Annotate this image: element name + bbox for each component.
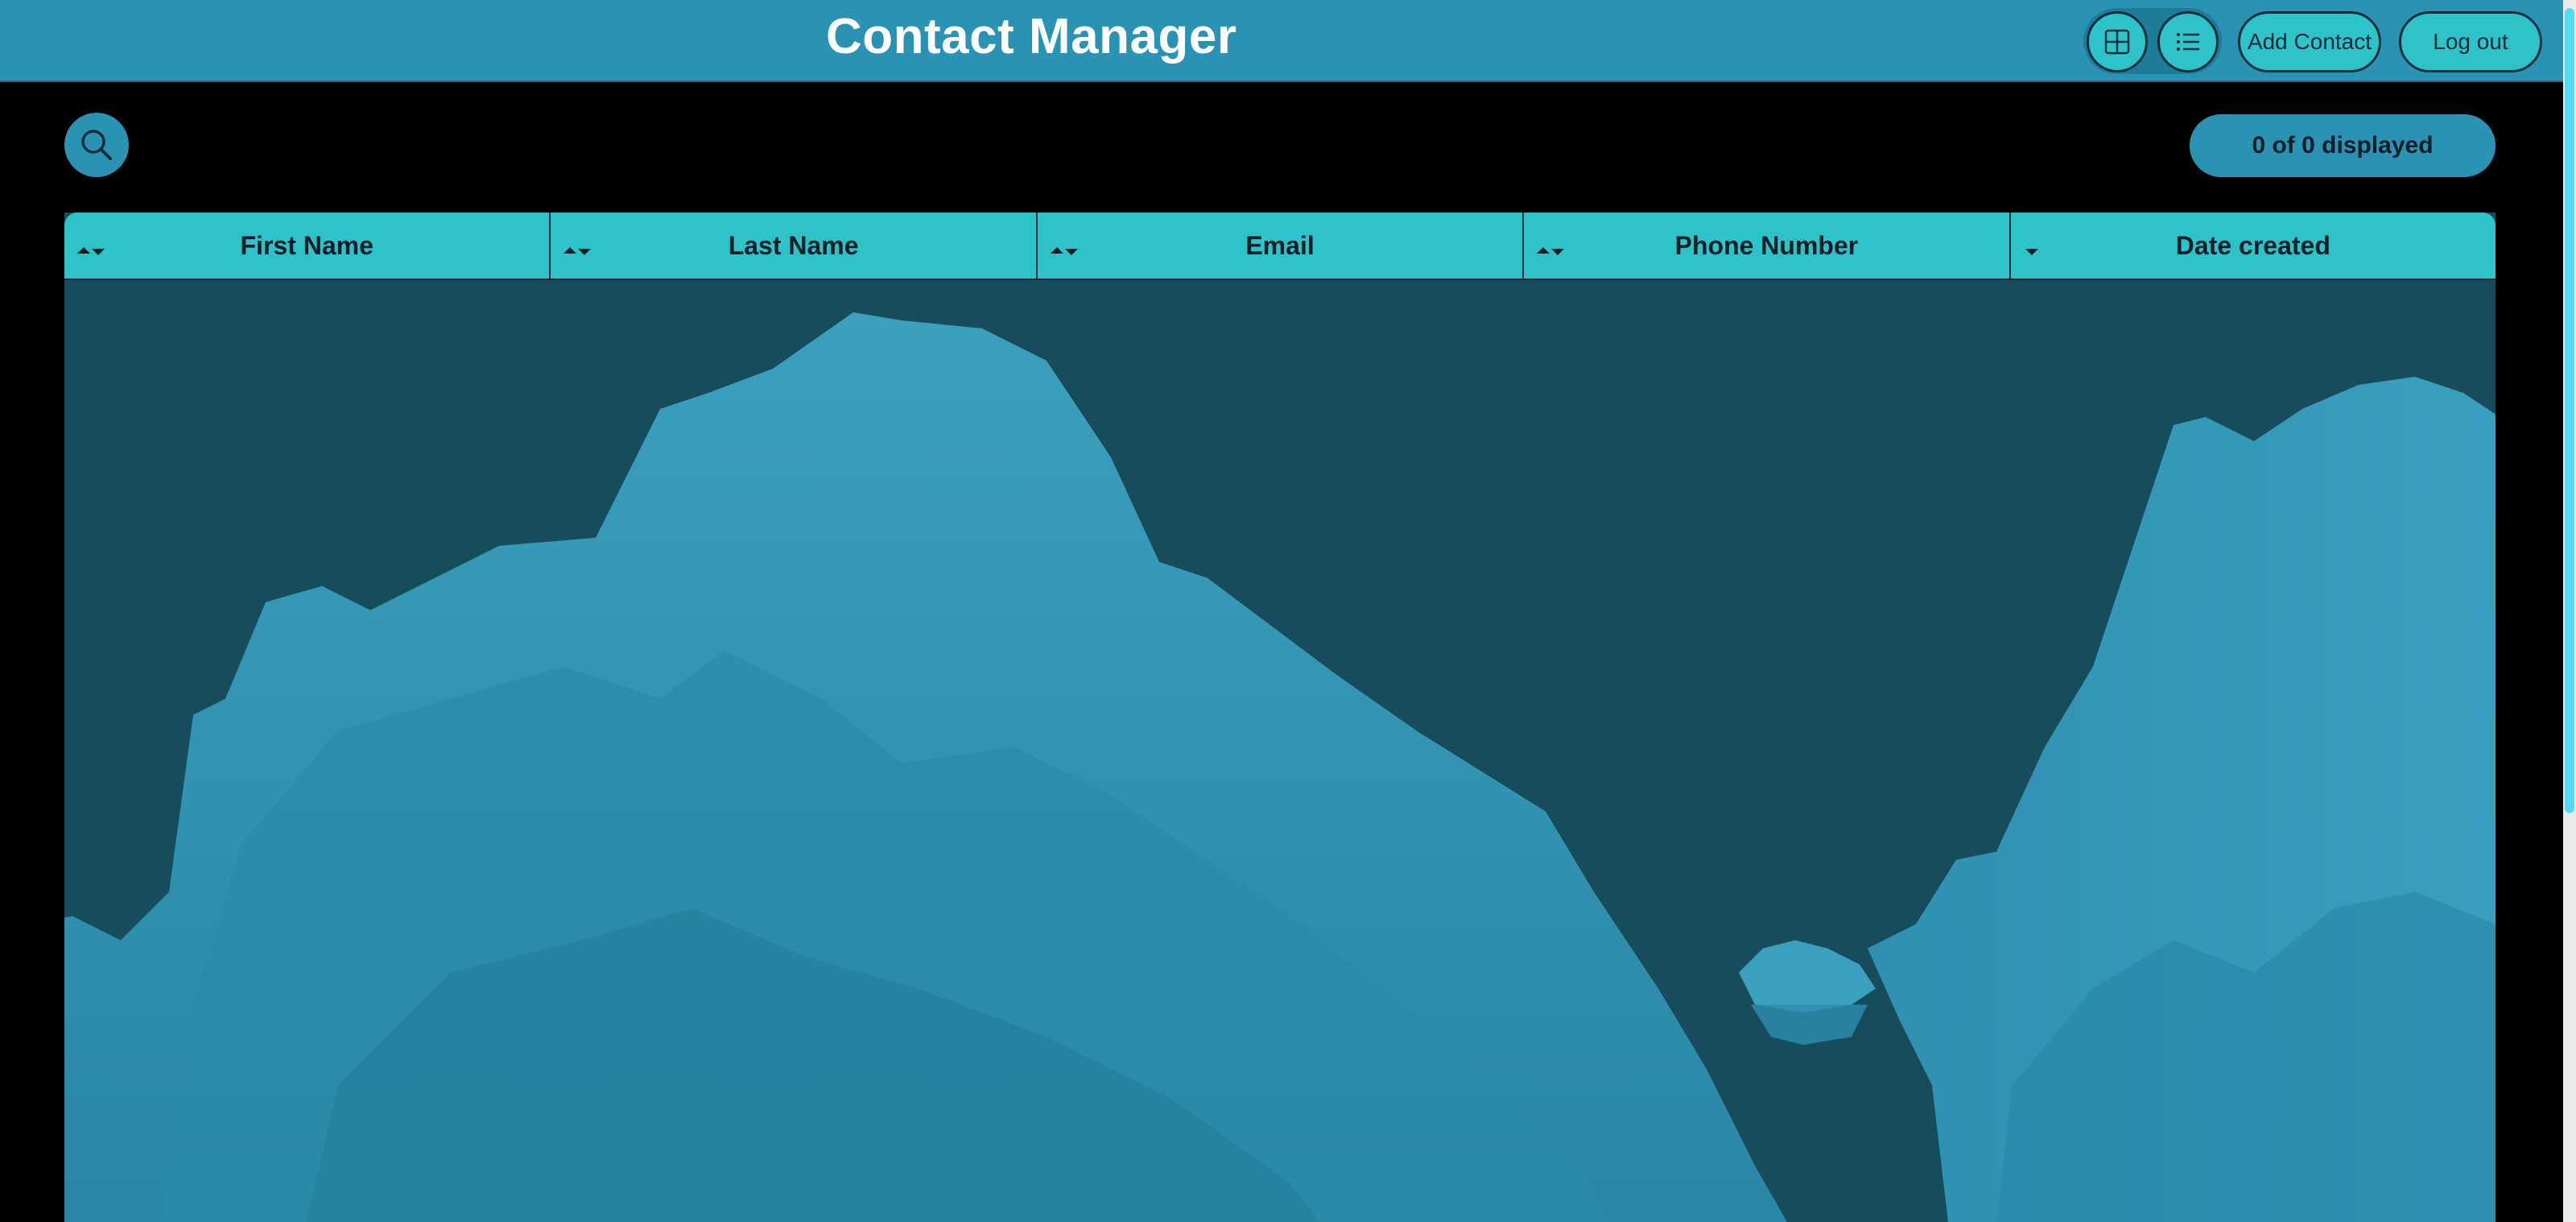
app-title: Contact Manager bbox=[826, 9, 1237, 64]
add-contact-button[interactable]: Add Contact bbox=[2238, 11, 2381, 72]
column-header-phone-number[interactable]: Phone Number bbox=[1524, 213, 2011, 279]
column-label: Last Name bbox=[728, 230, 859, 260]
list-view-button[interactable] bbox=[2157, 11, 2219, 72]
logout-button[interactable]: Log out bbox=[2399, 11, 2542, 72]
grid-view-button[interactable] bbox=[2087, 11, 2148, 72]
displayed-count-badge: 0 of 0 displayed bbox=[2190, 114, 2496, 177]
column-header-first-name[interactable]: First Name bbox=[64, 213, 551, 279]
grid-icon bbox=[2104, 29, 2130, 55]
iceberg-background-image bbox=[64, 312, 2496, 1222]
column-label: Email bbox=[1245, 230, 1315, 260]
column-label: Phone Number bbox=[1674, 230, 1859, 260]
search-icon bbox=[81, 130, 112, 160]
column-header-date-created[interactable]: Date created bbox=[2011, 213, 2496, 279]
contacts-table: First Name Last Name Email Phone Number bbox=[64, 213, 2496, 1222]
column-label: Date created bbox=[2175, 230, 2330, 260]
table-header-row: First Name Last Name Email Phone Number bbox=[64, 213, 2496, 280]
sort-both-icon bbox=[1050, 247, 1078, 255]
scrollbar-thumb[interactable] bbox=[2565, 8, 2574, 813]
column-header-email[interactable]: Email bbox=[1038, 213, 1525, 279]
sort-both-icon bbox=[564, 247, 592, 255]
app-header: Contact Manager Add Contact Log out bbox=[0, 0, 2563, 82]
sort-both-icon bbox=[77, 247, 105, 255]
column-label: First Name bbox=[240, 230, 374, 260]
sort-desc-icon bbox=[2025, 249, 2038, 255]
search-button[interactable] bbox=[64, 113, 129, 177]
list-icon bbox=[2177, 33, 2199, 51]
column-header-last-name[interactable]: Last Name bbox=[551, 213, 1038, 279]
sort-both-icon bbox=[1537, 247, 1565, 255]
